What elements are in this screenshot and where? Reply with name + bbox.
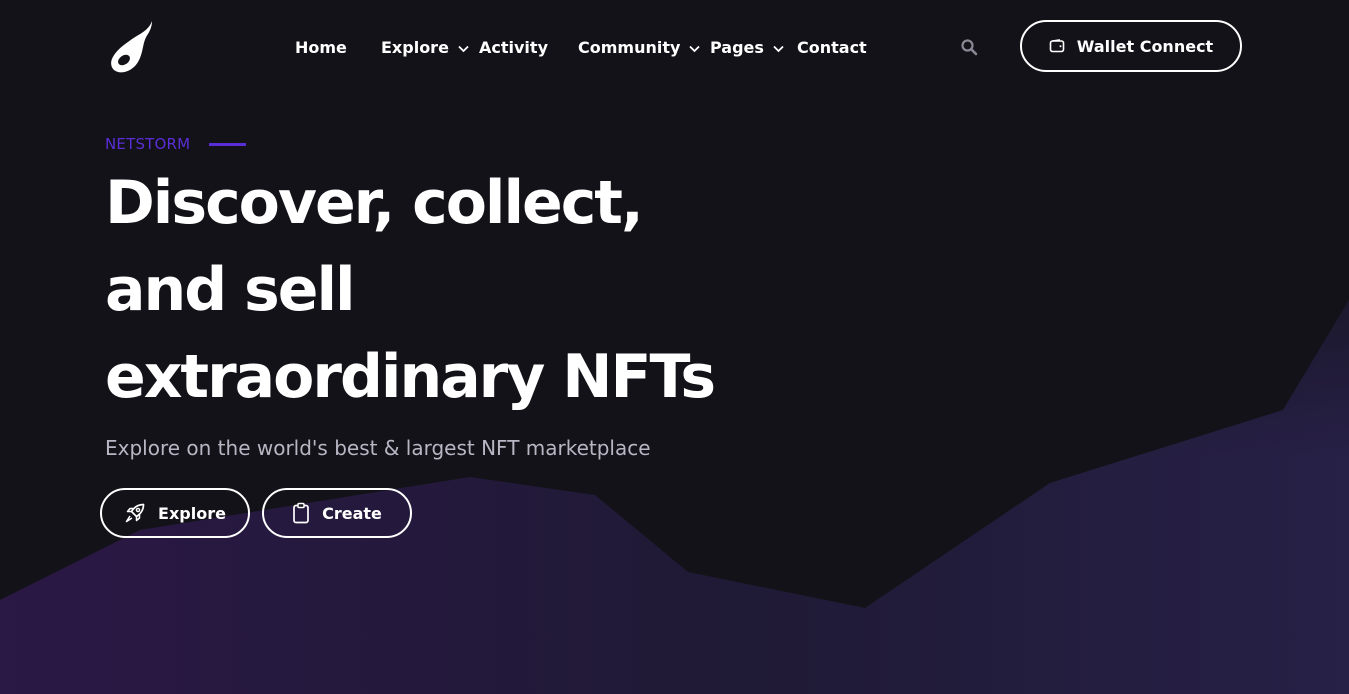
nav-item-label: Contact xyxy=(797,38,867,57)
wallet-icon xyxy=(1049,39,1065,53)
page: Home Explore Activity Community Pages Co… xyxy=(0,0,1349,694)
clipboard-icon xyxy=(293,502,309,524)
nav-item-explore[interactable]: Explore xyxy=(381,36,469,60)
wallet-connect-label: Wallet Connect xyxy=(1076,36,1214,56)
chevron-down-icon xyxy=(457,45,469,52)
eyebrow-text: NETSTORM xyxy=(105,135,191,153)
hero-title-line: Discover, collect, xyxy=(105,168,644,238)
explore-button-label: Explore xyxy=(158,503,226,523)
nav-item-label: Home xyxy=(295,38,347,57)
nav-item-label: Explore xyxy=(381,38,449,57)
nav-item-label: Activity xyxy=(479,38,548,57)
nav-item-pages[interactable]: Pages xyxy=(710,36,784,60)
nav-item-home[interactable]: Home xyxy=(295,36,347,60)
nav-item-label: Community xyxy=(578,38,681,57)
create-button[interactable]: Create xyxy=(262,488,412,538)
hero-title: Discover, collect, and sell extraordinar… xyxy=(105,160,745,421)
nav-item-label: Pages xyxy=(710,38,764,57)
rocket-icon xyxy=(125,503,145,523)
search-icon[interactable] xyxy=(960,38,978,56)
nav-item-activity[interactable]: Activity xyxy=(479,36,548,60)
flame-drop-logo-icon[interactable] xyxy=(108,20,154,74)
chevron-down-icon xyxy=(772,45,784,52)
eyebrow-divider xyxy=(209,142,247,146)
hero-title-line: extraordinary NFTs xyxy=(105,342,716,412)
hero-eyebrow: NETSTORM xyxy=(105,135,247,153)
hero-title-line: and sell xyxy=(105,255,356,325)
create-button-label: Create xyxy=(322,503,382,523)
hero-subtitle: Explore on the world's best & largest NF… xyxy=(105,436,651,460)
nav-item-contact[interactable]: Contact xyxy=(797,36,867,60)
explore-button[interactable]: Explore xyxy=(100,488,250,538)
nav-item-community[interactable]: Community xyxy=(578,36,700,60)
chevron-down-icon xyxy=(689,45,700,52)
wallet-connect-button[interactable]: Wallet Connect xyxy=(1020,20,1242,72)
